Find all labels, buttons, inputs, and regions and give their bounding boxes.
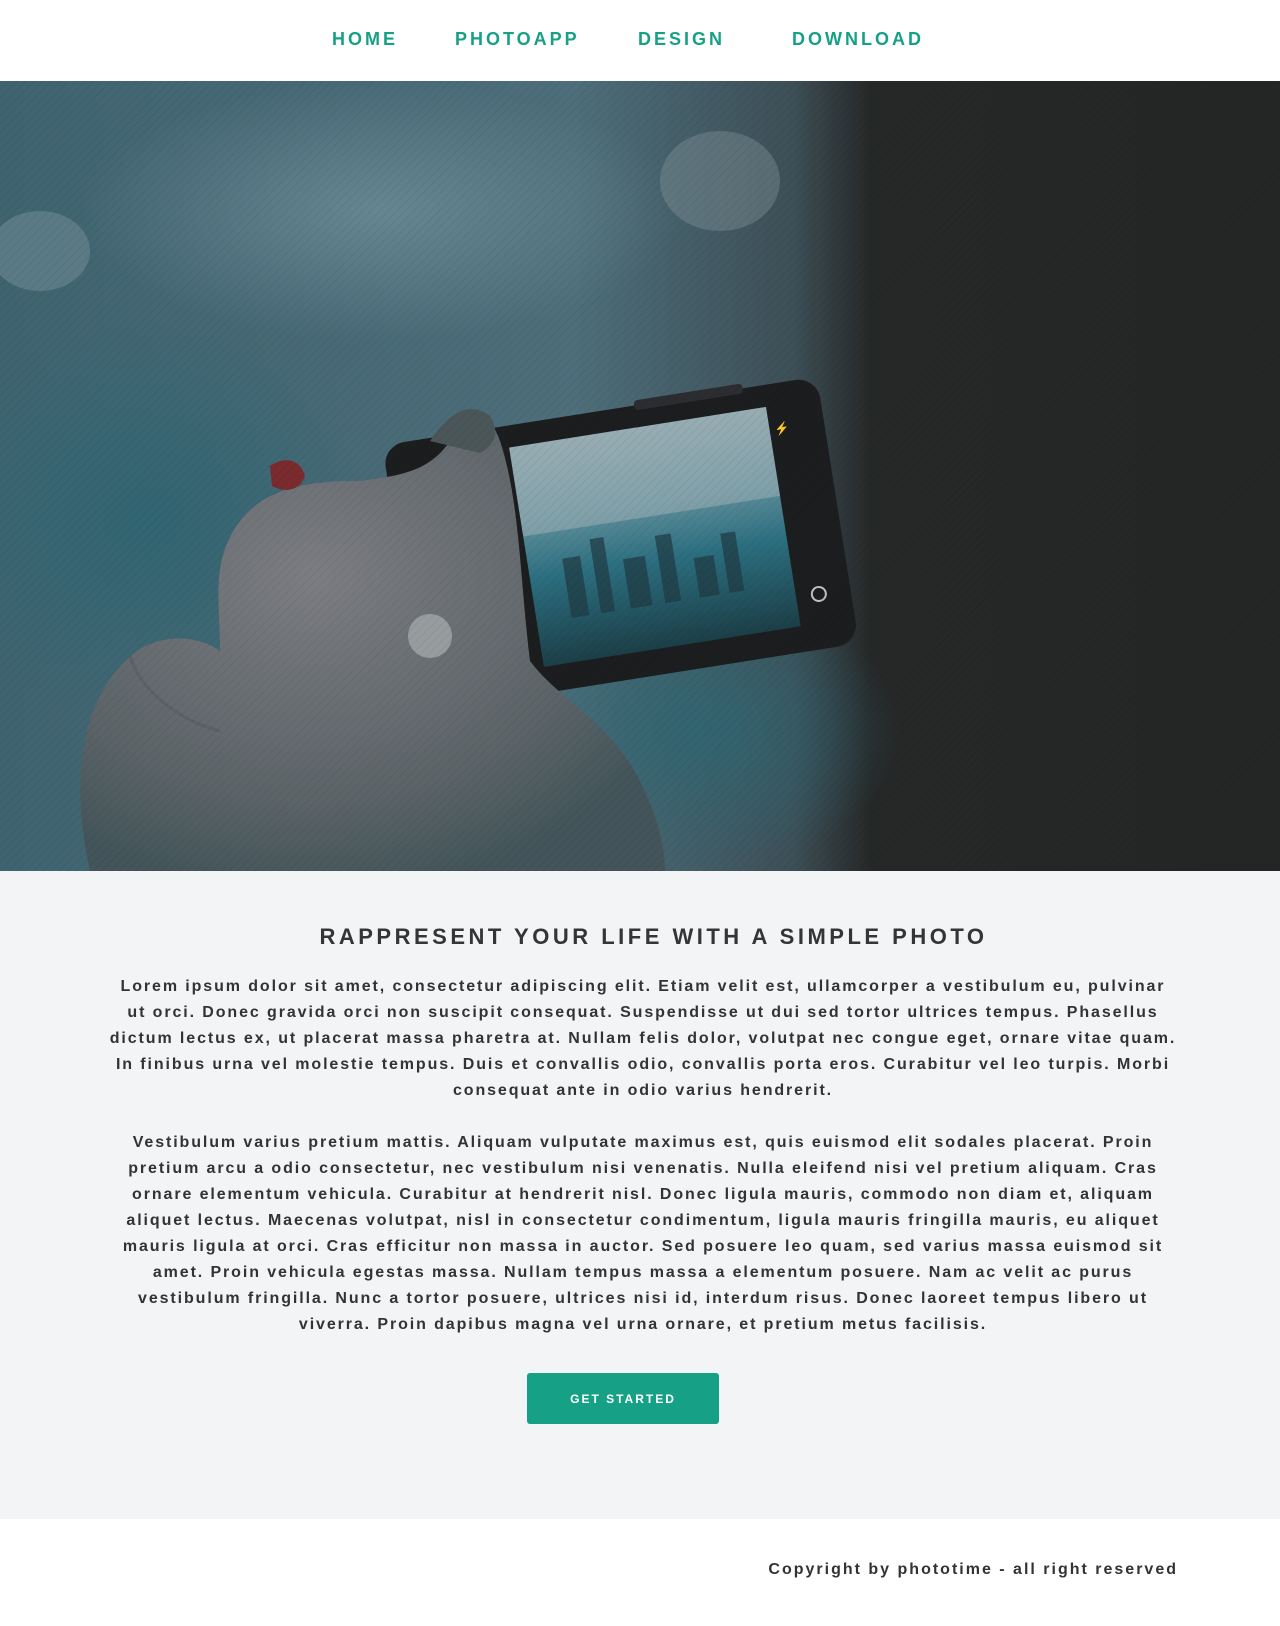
- intro-section: RAPPRESENT YOUR LIFE WITH A SIMPLE PHOTO…: [0, 871, 1280, 1519]
- nav-photoapp-link[interactable]: PHOTOAPP: [455, 29, 580, 50]
- intro-paragraph: Vestibulum varius pretium mattis. Aliqua…: [122, 1134, 1164, 1333]
- section-headline: RAPPRESENT YOUR LIFE WITH A SIMPLE PHOTO: [319, 924, 988, 949]
- nav-download-link[interactable]: DOWNLOAD: [792, 29, 924, 50]
- nav-home-link[interactable]: HOME: [332, 29, 398, 50]
- intro-paragraph: Lorem ipsum dolor sit amet, consectetur …: [109, 978, 1177, 1099]
- copyright-text: Copyright by phototime - all right reser…: [768, 1561, 1178, 1578]
- footer: Copyright by phototime - all right reser…: [0, 1519, 1280, 1626]
- hero-image: ⚡: [0, 81, 1280, 871]
- nav-design-link[interactable]: DESIGN: [638, 29, 725, 50]
- get-started-button[interactable]: GET STARTED: [527, 1373, 719, 1424]
- top-navigation: HOME PHOTOAPP DESIGN DOWNLOAD: [0, 0, 1280, 81]
- hand-holding-phone-photo: ⚡: [0, 81, 1280, 871]
